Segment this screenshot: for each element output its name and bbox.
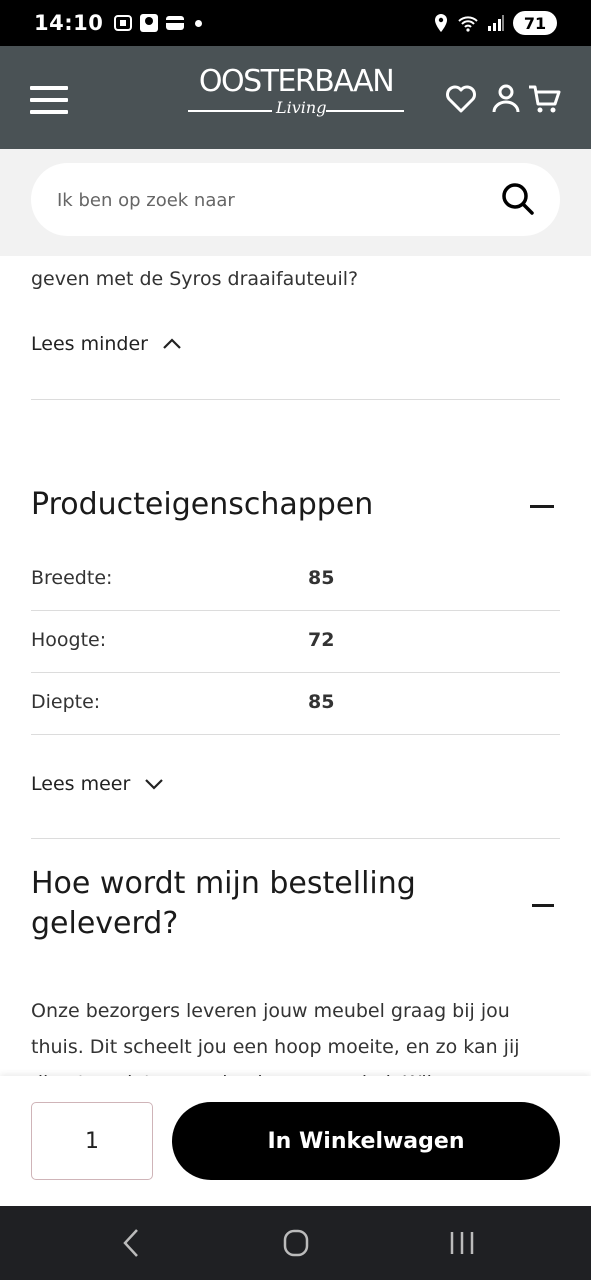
description-text: geven met de Syros draaifauteuil? (31, 268, 359, 290)
collapse-delivery-button[interactable] (524, 884, 564, 924)
search-box (31, 163, 560, 238)
divider (31, 838, 560, 839)
brand-logo[interactable]: OOSTERBAAN Living (186, 66, 406, 130)
property-value: 85 (308, 567, 335, 589)
minus-icon (532, 904, 554, 907)
minus-icon (530, 505, 554, 508)
battery-indicator: 71 (513, 11, 557, 35)
more-notifications-dot (195, 19, 203, 27)
delivery-text: Onze bezorgers leveren jouw meubel graag… (31, 1000, 520, 1076)
property-row: Hoogte: 72 (31, 611, 560, 673)
delivery-title: Hoe wordt mijn bestelling geleverd? (31, 866, 416, 941)
read-more-toggle[interactable]: Lees meer (31, 773, 164, 795)
menu-icon[interactable] (30, 86, 68, 114)
add-to-cart-button[interactable]: In Winkelwagen (172, 1102, 560, 1180)
search-band (0, 149, 591, 256)
status-right: 71 (433, 11, 557, 35)
logo-sub: Living (276, 98, 327, 117)
add-to-cart-bar: In Winkelwagen (0, 1076, 591, 1206)
property-label: Breedte: (31, 567, 113, 589)
battery-level: 71 (523, 13, 547, 33)
notification-icons (113, 13, 203, 33)
property-row: Breedte: 85 (31, 549, 560, 611)
properties-title: Producteigenschappen (31, 487, 374, 522)
read-less-toggle[interactable]: Lees minder (31, 333, 182, 355)
product-content: geven met de Syros draaifauteuil? Lees m… (0, 256, 591, 1076)
back-icon[interactable] (111, 1226, 151, 1260)
user-icon[interactable] (489, 82, 523, 116)
status-bar: 14:10 71 (0, 0, 591, 46)
chevron-down-icon (145, 779, 164, 790)
site-header: OOSTERBAAN Living (0, 46, 591, 149)
property-label: Diepte: (31, 691, 101, 713)
read-less-label: Lees minder (31, 333, 148, 355)
property-value: 72 (308, 629, 335, 651)
recent-apps-icon[interactable] (442, 1226, 482, 1260)
wallet-icon (166, 16, 185, 30)
wifi-icon (458, 16, 478, 32)
quantity-input[interactable] (31, 1102, 153, 1180)
property-label: Hoogte: (31, 629, 107, 651)
search-input[interactable] (55, 163, 499, 238)
collapse-properties-button[interactable] (522, 485, 562, 525)
heart-icon[interactable] (444, 82, 478, 116)
app-badge-icon (140, 14, 159, 32)
screenshot-icon (114, 15, 133, 31)
property-row: Diepte: 85 (31, 673, 560, 735)
signal-icon (488, 15, 504, 31)
status-time: 14:10 (34, 11, 104, 35)
divider (31, 399, 560, 400)
chevron-up-icon (163, 338, 181, 349)
search-icon[interactable] (500, 181, 536, 217)
property-value: 85 (308, 691, 335, 713)
system-nav-bar (0, 1206, 591, 1280)
location-icon (435, 14, 447, 32)
home-icon[interactable] (276, 1226, 316, 1260)
cart-icon[interactable] (528, 82, 562, 116)
logo-text: OOSTERBAAN (198, 64, 395, 99)
read-more-label: Lees meer (31, 773, 131, 795)
